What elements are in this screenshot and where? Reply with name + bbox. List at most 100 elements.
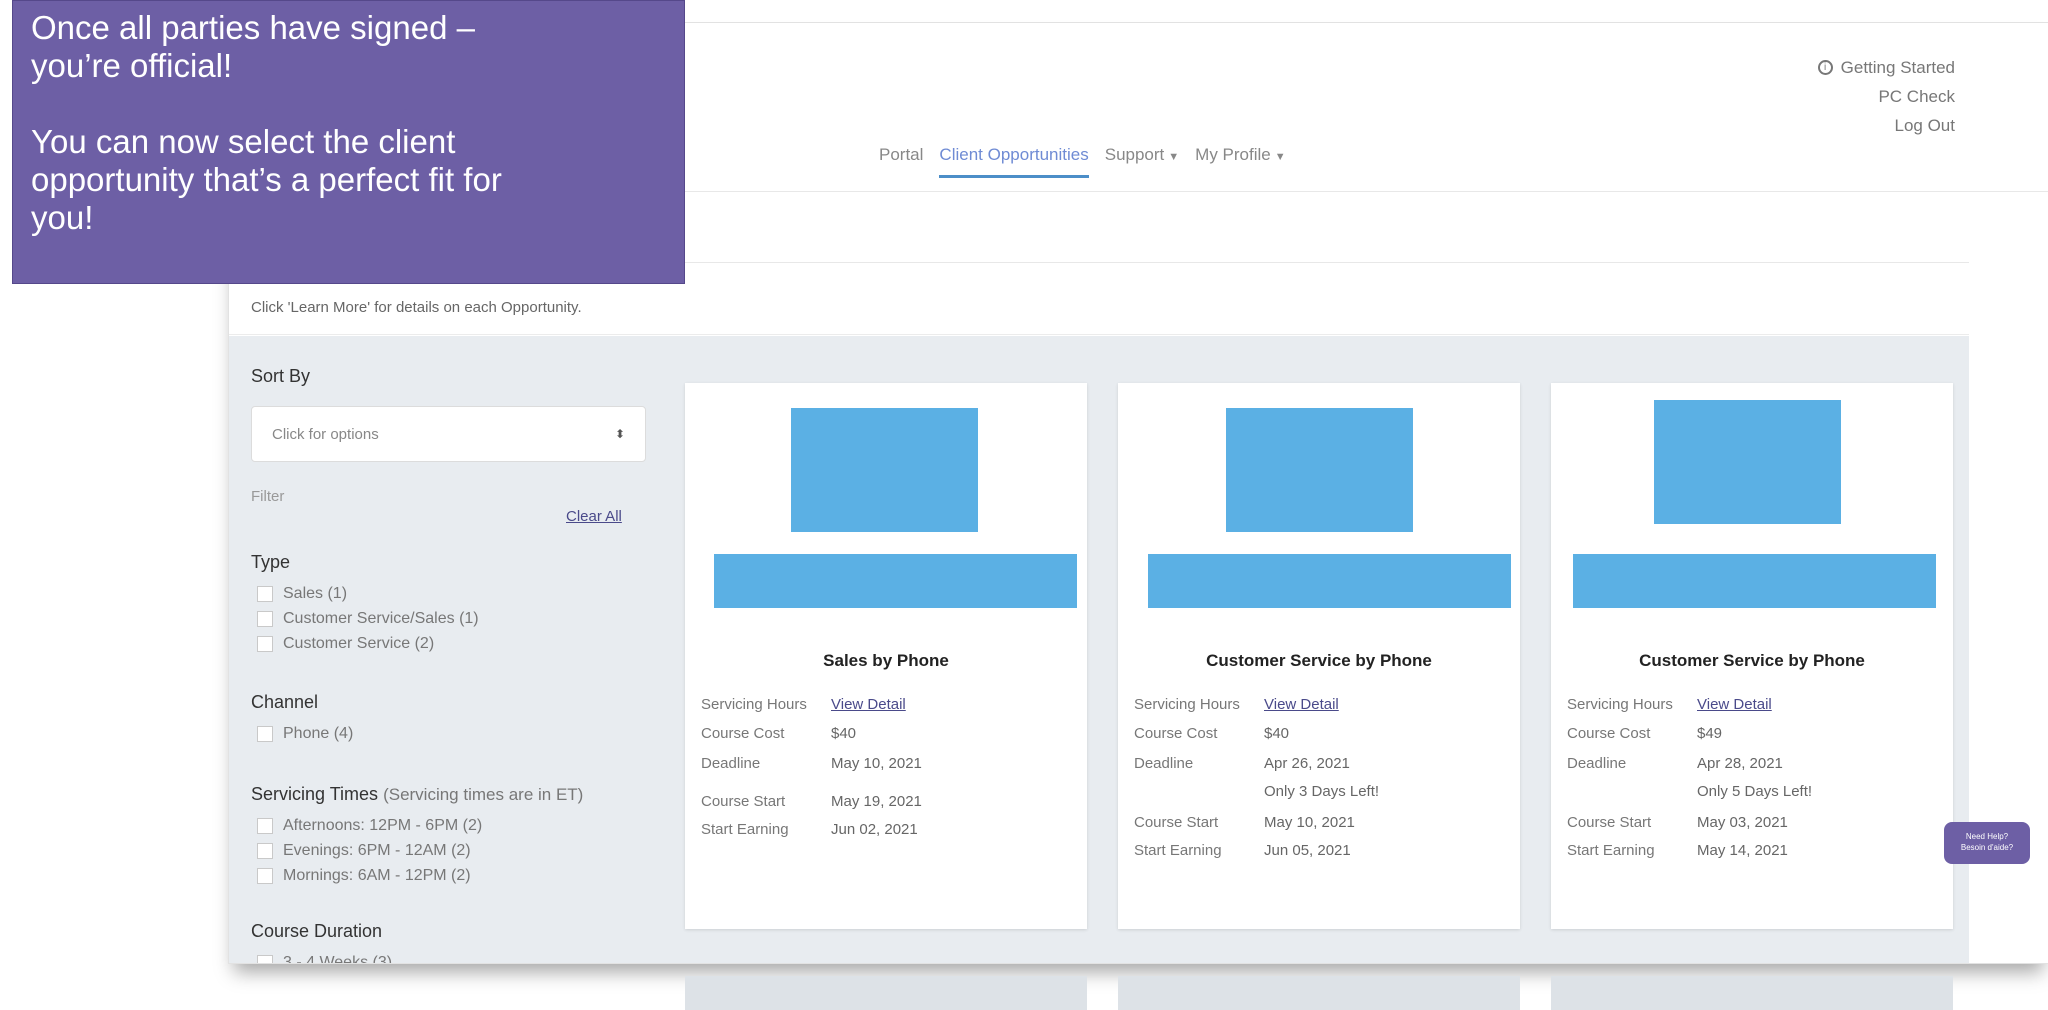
row-label: Course Start xyxy=(1567,814,1652,831)
row-value: $40 xyxy=(1264,725,1290,742)
view-detail-link[interactable]: View Detail xyxy=(831,696,906,713)
option-label: Evenings: 6PM - 12AM (2) xyxy=(283,841,471,859)
row-label: Course Cost xyxy=(1134,725,1218,742)
callout-line: opportunity that’s a perfect fit for xyxy=(31,161,502,198)
nav-support-label: Support xyxy=(1104,145,1165,164)
course-start-row: Course Start May 10, 2021 xyxy=(1134,814,1355,831)
days-left-row: Only 5 Days Left! xyxy=(1567,783,1812,800)
view-detail-link[interactable]: View Detail xyxy=(1264,696,1339,713)
servicing-hours-row: Servicing Hours View Detail xyxy=(1134,696,1339,713)
sort-select[interactable]: Click for options ⬍ xyxy=(251,406,646,462)
card-title: Sales by Phone xyxy=(823,651,949,670)
checkbox[interactable] xyxy=(257,954,273,963)
callout-spacer xyxy=(31,85,666,123)
pc-check-link[interactable]: PC Check xyxy=(1818,82,1955,111)
course-start-row: Course Start May 03, 2021 xyxy=(1567,814,1788,831)
nav-support[interactable]: Support ▼ xyxy=(1105,145,1179,178)
placeholder-banner xyxy=(714,554,1077,608)
servicing-option-evenings[interactable]: Evenings: 6PM - 12AM (2) xyxy=(251,838,583,863)
start-earning-row: Start Earning Jun 02, 2021 xyxy=(701,821,918,838)
row-value: May 14, 2021 xyxy=(1697,842,1788,859)
checkbox[interactable] xyxy=(257,817,273,834)
card-footer-strip xyxy=(685,976,1087,1010)
row-value: $40 xyxy=(831,725,857,742)
row-label: Start Earning xyxy=(1567,842,1655,859)
row-label: Course Start xyxy=(701,793,786,810)
type-option-customer-service-sales[interactable]: Customer Service/Sales (1) xyxy=(251,606,479,631)
checkbox[interactable] xyxy=(257,842,273,859)
nav-client-opportunities[interactable]: Client Opportunities xyxy=(939,145,1089,178)
opportunity-cards-area: Sales by Phone Servicing Hours View Detai… xyxy=(670,336,1969,1010)
course-cost-row: Course Cost $40 xyxy=(701,725,856,742)
deadline-row: Deadline Apr 26, 2021 xyxy=(1134,755,1350,772)
deadline-row: Deadline Apr 28, 2021 xyxy=(1567,755,1783,772)
option-label: Mornings: 6AM - 12PM (2) xyxy=(283,866,471,884)
duration-option[interactable]: 3 - 4 Weeks (3) xyxy=(251,950,392,963)
checkbox[interactable] xyxy=(257,867,273,884)
row-value: Jun 05, 2021 xyxy=(1264,842,1351,859)
row-value: May 19, 2021 xyxy=(831,793,922,810)
main-nav: Portal Client Opportunities Support ▼ My … xyxy=(879,145,1286,178)
row-label: Start Earning xyxy=(1134,842,1222,859)
row-label: Deadline xyxy=(1134,755,1194,772)
type-option-customer-service[interactable]: Customer Service (2) xyxy=(251,631,479,656)
placeholder-image xyxy=(1654,400,1841,524)
option-label: Phone (4) xyxy=(283,724,354,742)
placeholder-image xyxy=(1226,408,1413,532)
instruction-callout: Once all parties have signed – you’re of… xyxy=(12,0,685,284)
help-chat-bubble[interactable]: Need Help? Besoin d'aide? xyxy=(1944,822,2030,864)
option-label: Sales (1) xyxy=(283,584,348,602)
log-out-label: Log Out xyxy=(1894,116,1956,135)
row-label xyxy=(1134,783,1264,800)
servicing-option-mornings[interactable]: Mornings: 6AM - 12PM (2) xyxy=(251,863,583,888)
placeholder-banner xyxy=(1573,554,1936,608)
deadline-row: Deadline May 10, 2021 xyxy=(701,755,922,772)
caret-down-icon: ▼ xyxy=(1274,151,1286,163)
opportunity-card[interactable]: Customer Service by Phone Servicing Hour… xyxy=(1551,383,1953,1010)
row-label: Course Start xyxy=(1134,814,1219,831)
card-footer-strip xyxy=(1118,976,1520,1010)
days-left-notice: Only 3 Days Left! xyxy=(1264,783,1380,800)
callout-line: You can now select the client xyxy=(31,123,456,160)
opportunity-card[interactable]: Sales by Phone Servicing Hours View Detai… xyxy=(685,383,1087,1010)
checkbox[interactable] xyxy=(257,725,273,742)
card-title: Customer Service by Phone xyxy=(1206,651,1432,670)
divider xyxy=(229,334,1969,335)
opportunity-card[interactable]: Customer Service by Phone Servicing Hour… xyxy=(1118,383,1520,1010)
servicing-option-afternoons[interactable]: Afternoons: 12PM - 6PM (2) xyxy=(251,813,583,838)
option-label: Customer Service/Sales (1) xyxy=(283,609,479,627)
course-cost-row: Course Cost $40 xyxy=(1134,725,1289,742)
checkbox[interactable] xyxy=(257,585,273,602)
checkbox[interactable] xyxy=(257,635,273,652)
course-duration-title: Course Duration xyxy=(251,921,383,941)
type-option-sales[interactable]: Sales (1) xyxy=(251,581,479,606)
sort-by-label: Sort By xyxy=(251,366,311,386)
row-label: Servicing Hours xyxy=(1567,696,1673,713)
row-value: Apr 26, 2021 xyxy=(1264,755,1350,772)
channel-option-phone[interactable]: Phone (4) xyxy=(251,721,353,746)
checkbox[interactable] xyxy=(257,610,273,627)
row-value: Apr 28, 2021 xyxy=(1697,755,1783,772)
nav-portal[interactable]: Portal xyxy=(879,145,923,178)
option-label: 3 - 4 Weeks (3) xyxy=(283,953,393,964)
getting-started-link[interactable]: i Getting Started xyxy=(1817,53,1955,82)
nav-my-profile[interactable]: My Profile ▼ xyxy=(1195,145,1285,178)
getting-started-label: Getting Started xyxy=(1840,58,1955,77)
row-value: May 03, 2021 xyxy=(1697,814,1788,831)
type-filter-group: Type Sales (1) Customer Service/Sales (1… xyxy=(251,552,479,656)
row-value: Jun 02, 2021 xyxy=(831,821,918,838)
clear-all-link[interactable]: Clear All xyxy=(566,508,622,525)
view-detail-link[interactable]: View Detail xyxy=(1697,696,1772,713)
channel-filter-group: Channel Phone (4) xyxy=(251,692,353,746)
row-label: Deadline xyxy=(1567,755,1627,772)
pc-check-label: PC Check xyxy=(1878,87,1955,106)
row-label: Deadline xyxy=(701,755,761,772)
servicing-times-filter-group: Servicing Times (Servicing times are in … xyxy=(251,784,583,888)
log-out-link[interactable]: Log Out xyxy=(1818,111,1956,140)
course-duration-filter-group: Course Duration 3 - 4 Weeks (3) xyxy=(251,921,392,963)
row-value: May 10, 2021 xyxy=(831,755,922,772)
servicing-times-title: Servicing Times (Servicing times are in … xyxy=(251,784,583,805)
channel-title: Channel xyxy=(251,692,319,712)
select-arrows-icon: ⬍ xyxy=(614,427,625,441)
start-earning-row: Start Earning Jun 05, 2021 xyxy=(1134,842,1351,859)
